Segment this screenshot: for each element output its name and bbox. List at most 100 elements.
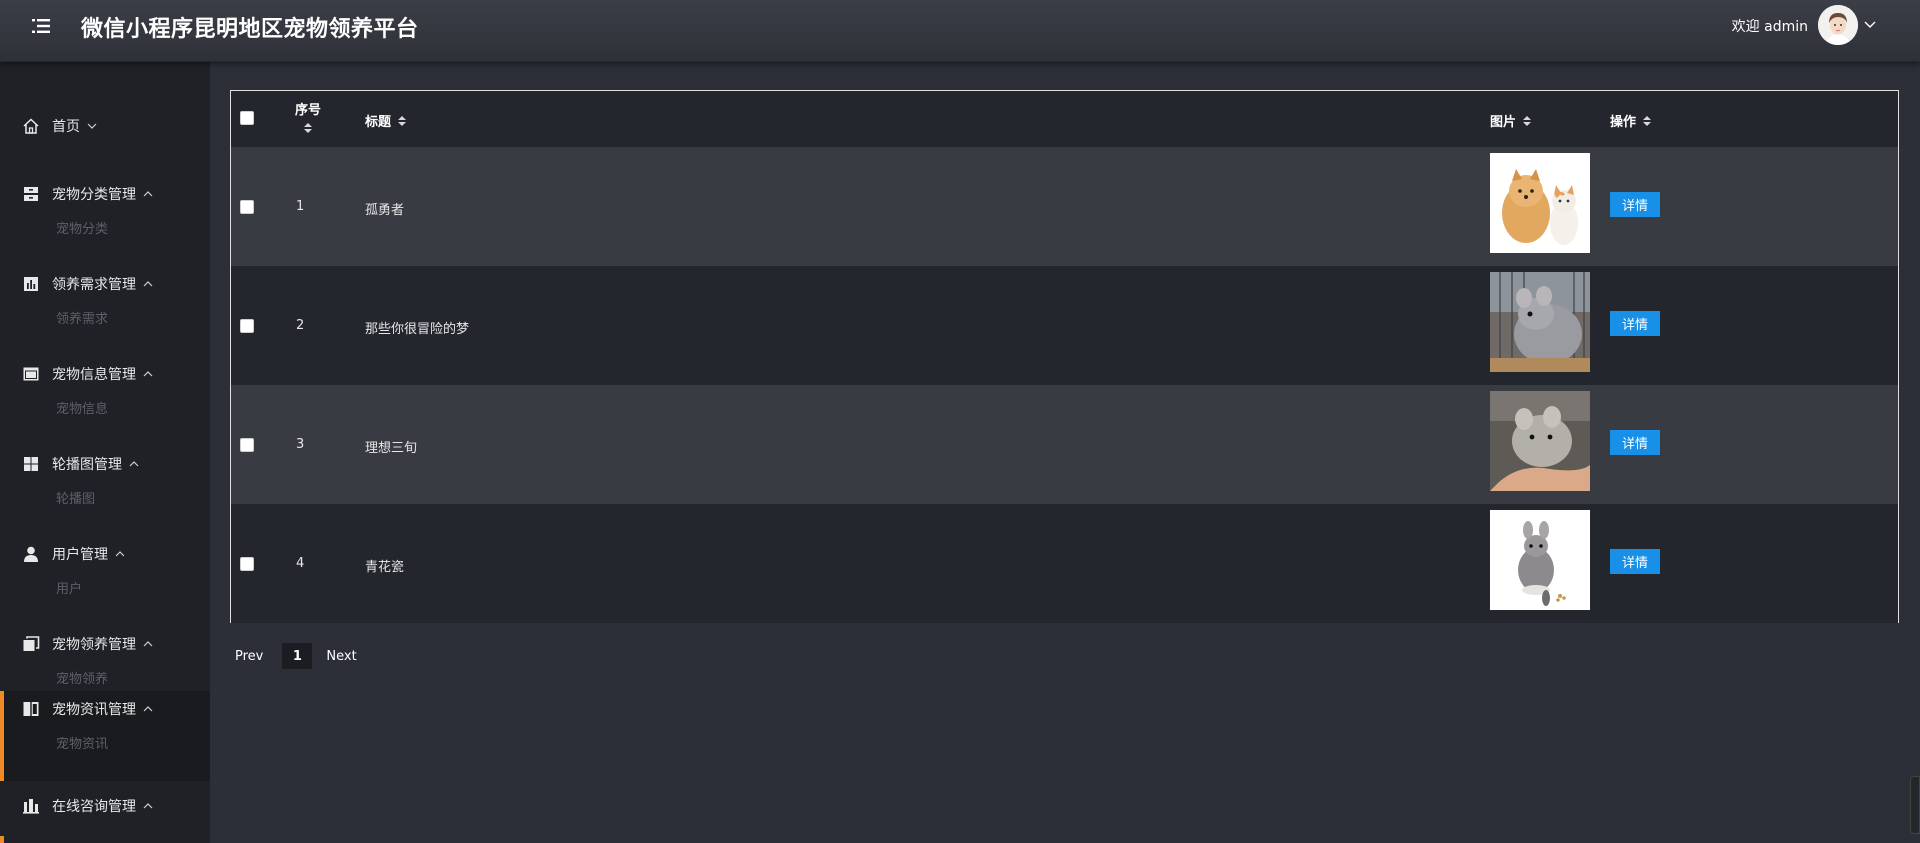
- sidebar-item-label: 宠物信息管理: [52, 367, 136, 383]
- sidebar-item-adoption-demand-management[interactable]: 领养需求管理: [0, 266, 210, 302]
- category-icon: [22, 185, 40, 203]
- row-index: 2: [296, 318, 305, 333]
- sidebar-item-label: 领养需求管理: [52, 277, 136, 293]
- column-header-label: 操作: [1610, 115, 1637, 130]
- row-checkbox[interactable]: [240, 319, 254, 333]
- bank-icon: [22, 797, 40, 815]
- active-indicator: [0, 836, 4, 843]
- row-title: 理想三旬: [365, 441, 418, 456]
- sidebar-group-carousel: 轮播图管理 轮播图: [0, 446, 210, 512]
- sidebar-item-online-consult-management[interactable]: 在线咨询管理: [0, 788, 210, 824]
- table-header: 序号 标题 图片 操作: [231, 91, 1898, 147]
- card-icon: [22, 365, 40, 383]
- detail-button[interactable]: 详情: [1610, 311, 1660, 336]
- sidebar-subitem-adoption-demand[interactable]: 领养需求: [0, 302, 210, 332]
- row-title: 青花瓷: [365, 560, 405, 575]
- chevron-up-icon: [143, 191, 153, 197]
- sidebar-item-pet-info-management[interactable]: 宠物信息管理: [0, 356, 210, 392]
- sidebar: 首页 宠物分类管理 宠物分类 领养需求管理 领养需求 宠物信息管理 宠物信息 轮…: [0, 62, 210, 843]
- sidebar-item-label: 用户管理: [52, 547, 108, 563]
- table-row: 4 青花瓷 详情: [231, 504, 1898, 623]
- sidebar-item-pet-category-management[interactable]: 宠物分类管理: [0, 176, 210, 212]
- sidebar-item-label: 宠物领养管理: [52, 637, 136, 653]
- next-page-link[interactable]: Next: [326, 649, 356, 664]
- sidebar-item-label: 宠物资讯管理: [52, 702, 136, 718]
- sidebar-item-user-management[interactable]: 用户管理: [0, 536, 210, 572]
- row-title: 那些你很冒险的梦: [365, 322, 470, 337]
- select-all-checkbox[interactable]: [240, 111, 254, 125]
- sidebar-group-pet-adoption: 宠物领养管理 宠物领养: [0, 626, 210, 692]
- row-index: 3: [296, 437, 305, 452]
- sidebar-subitem-pet-category[interactable]: 宠物分类: [0, 212, 210, 242]
- copy-icon: [22, 635, 40, 653]
- chevron-up-icon: [143, 281, 153, 287]
- user-icon: [22, 545, 40, 563]
- sidebar-subitem-pet-adoption[interactable]: 宠物领养: [0, 662, 210, 692]
- chevron-up-icon: [143, 706, 153, 712]
- sidebar-item-label: 轮播图管理: [52, 457, 122, 473]
- sidebar-group-pet-category: 宠物分类管理 宠物分类: [0, 176, 210, 242]
- sort-icon: [398, 115, 407, 126]
- row-checkbox[interactable]: [240, 438, 254, 452]
- chevron-up-icon: [143, 371, 153, 377]
- row-title: 孤勇者: [365, 203, 405, 218]
- column-title-header[interactable]: 标题: [365, 111, 407, 130]
- sidebar-group-pet-info: 宠物信息管理 宠物信息: [0, 356, 210, 422]
- row-index: 4: [296, 556, 305, 571]
- row-checkbox[interactable]: [240, 200, 254, 214]
- grid-icon: [22, 455, 40, 473]
- table-row: 1 孤勇者 详情: [231, 147, 1898, 266]
- column-header-label: 序号: [295, 103, 322, 118]
- dog-and-cat-photo: [1490, 153, 1590, 253]
- app-title: 微信小程序昆明地区宠物领养平台: [81, 17, 419, 42]
- sidebar-subitem-pet-news[interactable]: 宠物资讯: [0, 727, 210, 757]
- pagination: Prev 1 Next: [235, 643, 357, 669]
- sort-icon: [304, 123, 312, 133]
- chevron-up-icon: [115, 551, 125, 557]
- table-row: 3 理想三旬 详情: [231, 385, 1898, 504]
- bar-chart-icon: [22, 275, 40, 293]
- sidebar-item-pet-news-management[interactable]: 宠物资讯管理: [0, 691, 210, 727]
- sidebar-item-carousel-management[interactable]: 轮播图管理: [0, 446, 210, 482]
- sidebar-group-user: 用户管理 用户: [0, 536, 210, 602]
- user-avatar[interactable]: [1818, 5, 1858, 45]
- column-header-label: 图片: [1490, 115, 1517, 130]
- column-index-header[interactable]: 序号: [295, 99, 321, 134]
- welcome-text: 欢迎 admin: [1731, 19, 1808, 35]
- avatar-icon: [1818, 5, 1858, 45]
- table-row: 2 那些你很冒险的梦 详情: [231, 266, 1898, 385]
- sidebar-group-home: 首页: [0, 108, 210, 144]
- sort-icon: [1523, 115, 1532, 126]
- sort-icon: [1643, 115, 1652, 126]
- menu-toggle-icon[interactable]: [32, 18, 50, 34]
- sidebar-item-home[interactable]: 首页: [0, 108, 210, 144]
- chinchilla-in-cage-photo: [1490, 272, 1590, 372]
- book-icon: [22, 700, 40, 718]
- row-index: 1: [296, 199, 305, 214]
- sidebar-subitem-pet-info[interactable]: 宠物信息: [0, 392, 210, 422]
- chevron-up-icon: [143, 641, 153, 647]
- prev-page-link[interactable]: Prev: [235, 649, 263, 664]
- chevron-down-icon[interactable]: [1864, 20, 1876, 30]
- news-table: 序号 标题 图片 操作 1 孤勇者 详情 2 那些你很冒险的梦 详情 3 理想三…: [230, 90, 1899, 623]
- column-action-header[interactable]: 操作: [1610, 111, 1652, 130]
- sidebar-subitem-carousel[interactable]: 轮播图: [0, 482, 210, 512]
- page-number-button[interactable]: 1: [282, 643, 313, 669]
- chinchilla-in-hand-photo: [1490, 391, 1590, 491]
- home-icon: [22, 117, 40, 135]
- sidebar-group-online-consult: 在线咨询管理: [0, 788, 210, 824]
- column-image-header[interactable]: 图片: [1490, 111, 1532, 130]
- detail-button[interactable]: 详情: [1610, 430, 1660, 455]
- side-scroll-handle[interactable]: [1910, 776, 1920, 834]
- sidebar-subitem-user[interactable]: 用户: [0, 572, 210, 602]
- detail-button[interactable]: 详情: [1610, 192, 1660, 217]
- column-header-label: 标题: [365, 115, 392, 130]
- row-checkbox[interactable]: [240, 557, 254, 571]
- detail-button[interactable]: 详情: [1610, 549, 1660, 574]
- chevron-down-icon: [87, 123, 97, 129]
- sidebar-group-adoption-demand: 领养需求管理 领养需求: [0, 266, 210, 332]
- sidebar-item-pet-adoption-management[interactable]: 宠物领养管理: [0, 626, 210, 662]
- sidebar-item-label: 首页: [52, 119, 80, 135]
- sidebar-item-label: 宠物分类管理: [52, 187, 136, 203]
- chevron-up-icon: [143, 803, 153, 809]
